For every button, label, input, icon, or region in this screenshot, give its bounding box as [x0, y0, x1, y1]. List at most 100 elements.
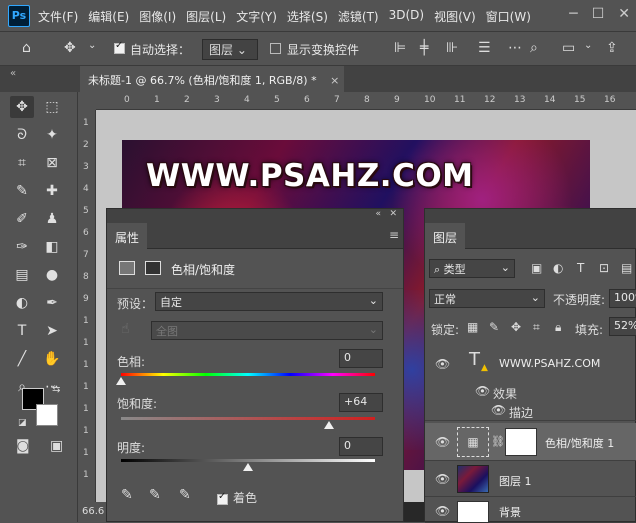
align-left-icon[interactable]: ⊫	[394, 40, 406, 56]
lock-position-icon[interactable]: ✥	[511, 320, 521, 334]
home-icon[interactable]: ⌂	[22, 40, 31, 56]
colorize-checkbox[interactable]	[217, 491, 228, 505]
filter-smart-icon[interactable]: ▤	[621, 261, 632, 275]
marquee-tool-icon[interactable]: ⬚	[40, 96, 64, 118]
maximize-button[interactable]: ☐	[592, 6, 605, 22]
layer-row-text[interactable]: 👁︎ T ▲ WWW.PSAHZ.COM	[425, 343, 636, 387]
align-center-icon[interactable]: ╪	[420, 40, 428, 56]
minimize-button[interactable]: ─	[569, 6, 577, 22]
filter-shape-icon[interactable]: ⊡	[599, 261, 609, 275]
saturation-slider-thumb[interactable]	[324, 421, 335, 429]
menu-image[interactable]: 图像(I)	[139, 8, 176, 25]
saturation-value-field[interactable]: +64	[339, 393, 383, 412]
layer-row-pixel[interactable]: 👁︎ 图层 1	[425, 461, 636, 497]
lock-artboard-icon[interactable]: ⌗	[533, 320, 540, 335]
menu-window[interactable]: 窗口(W)	[486, 8, 531, 25]
menu-3d[interactable]: 3D(D)	[389, 8, 424, 25]
pen-tool-icon[interactable]: ✒	[40, 292, 64, 314]
search-icon[interactable]: ⌕	[530, 40, 538, 56]
screen-mode-icon[interactable]: ▣	[50, 438, 63, 454]
auto-select-checkbox[interactable]	[114, 40, 125, 54]
blend-mode-dropdown[interactable]: 正常 ⌄	[429, 289, 545, 308]
visibility-eye-icon[interactable]: 👁︎	[435, 472, 450, 486]
magic-wand-icon[interactable]: ✦	[40, 124, 64, 146]
align-right-icon[interactable]: ⊪	[446, 40, 458, 56]
opacity-field[interactable]: 100%	[609, 289, 636, 308]
collapse-toolbar-icon[interactable]: «	[10, 68, 16, 79]
eyedropper-icon[interactable]: ✎	[121, 487, 133, 503]
fill-field[interactable]: 52%	[609, 317, 636, 336]
eraser-tool-icon[interactable]: ◧	[40, 236, 64, 258]
chevron-down-icon[interactable]: ⌄	[88, 40, 96, 51]
spot-heal-icon[interactable]: ✚	[40, 180, 64, 202]
brush-tool-icon[interactable]: ✐	[10, 208, 34, 230]
visibility-eye-icon[interactable]: 👁︎	[435, 435, 450, 449]
menu-view[interactable]: 视图(V)	[434, 8, 476, 25]
tab-layers[interactable]: 图层	[425, 223, 466, 249]
panel-menu-icon[interactable]: ≡	[389, 228, 399, 242]
hue-slider-thumb[interactable]	[116, 377, 126, 385]
lasso-tool-icon[interactable]: ᘐ	[10, 124, 34, 146]
history-brush-icon[interactable]: ✑	[10, 236, 34, 258]
document-tab[interactable]: 未标题-1 @ 66.7% (色相/饱和度 1, RGB/8) * ×	[80, 66, 344, 92]
layer-filter-dropdown[interactable]: ⌕ 类型 ⌄	[429, 259, 515, 278]
background-color-swatch[interactable]	[36, 404, 58, 426]
menu-layer[interactable]: 图层(L)	[186, 8, 226, 25]
collapse-panel-icon[interactable]: «	[375, 209, 381, 219]
hand-tool-icon[interactable]: ✋	[40, 348, 64, 370]
eyedropper-plus-icon[interactable]: ✎	[149, 487, 161, 503]
share-icon[interactable]: ⇪	[606, 40, 618, 56]
visibility-eye-icon[interactable]: 👁︎	[435, 504, 450, 518]
layer-effects-row[interactable]: 👁︎ 效果	[425, 383, 636, 401]
workspace-chevron-icon[interactable]: ⌄	[584, 40, 592, 51]
visibility-eye-icon[interactable]: 👁︎	[491, 403, 506, 417]
line-tool-icon[interactable]: ╱	[10, 348, 34, 370]
lock-all-icon[interactable]: 🔒︎	[555, 320, 561, 335]
close-button[interactable]: ✕	[618, 6, 630, 22]
menu-type[interactable]: 文字(Y)	[236, 8, 277, 25]
move-tool-icon[interactable]: ✥	[64, 40, 76, 56]
lightness-value-field[interactable]: 0	[339, 437, 383, 456]
menu-filter[interactable]: 滤镜(T)	[338, 8, 379, 25]
more-options-icon[interactable]: ⋯	[508, 40, 522, 56]
layer-row-adjustment[interactable]: 👁︎ ▦ ⛓︎ 色相/饱和度 1	[425, 423, 636, 461]
lock-transparent-icon[interactable]: ▦	[467, 320, 478, 334]
auto-select-dropdown[interactable]: 图层 ⌄	[202, 39, 258, 60]
quick-mask-icon[interactable]: ◙	[16, 438, 30, 454]
crop-tool-icon[interactable]: ⌗	[10, 152, 34, 174]
eyedropper-icon[interactable]: ✎	[10, 180, 34, 202]
distribute-icon[interactable]: ☰	[478, 40, 491, 56]
menu-edit[interactable]: 编辑(E)	[88, 8, 129, 25]
show-transform-checkbox[interactable]	[270, 43, 281, 54]
stamp-tool-icon[interactable]: ♟	[40, 208, 64, 230]
preset-dropdown[interactable]: 自定 ⌄	[155, 292, 383, 311]
layer-row-background[interactable]: 👁︎ 背景	[425, 497, 636, 523]
lightness-slider-thumb[interactable]	[243, 463, 253, 471]
saturation-slider-track[interactable]	[121, 417, 375, 420]
path-select-icon[interactable]: ➤	[40, 320, 64, 342]
filter-type-icon[interactable]: T	[577, 261, 584, 275]
visibility-eye-icon[interactable]: 👁︎	[435, 357, 450, 371]
menu-file[interactable]: 文件(F)	[38, 8, 78, 25]
targeted-adjust-hand-icon[interactable]: ☝	[121, 321, 130, 337]
filter-adjustment-icon[interactable]: ◐	[553, 261, 563, 275]
link-icon[interactable]: ⛓︎	[491, 435, 505, 448]
close-panel-icon[interactable]: ✕	[389, 209, 397, 219]
dodge-tool-icon[interactable]: ◐	[10, 292, 34, 314]
type-tool-icon[interactable]: T	[10, 320, 34, 342]
tab-properties[interactable]: 属性	[107, 223, 148, 249]
hue-slider-track[interactable]	[121, 373, 375, 376]
menu-select[interactable]: 选择(S)	[287, 8, 328, 25]
lightness-slider-track[interactable]	[121, 459, 375, 462]
filter-pixel-icon[interactable]: ▣	[531, 261, 542, 275]
move-tool-icon[interactable]: ✥	[10, 96, 34, 118]
eyedropper-minus-icon[interactable]: ✎	[179, 487, 191, 503]
mask-icon[interactable]	[145, 261, 161, 275]
swap-colors-icon[interactable]: ⇆	[52, 384, 60, 395]
default-colors-icon[interactable]: ◪	[18, 418, 27, 428]
gradient-tool-icon[interactable]: ▤	[10, 264, 34, 286]
channel-dropdown[interactable]: 全图 ⌄	[151, 321, 383, 340]
blur-tool-icon[interactable]: ●	[40, 264, 64, 286]
lock-image-icon[interactable]: ✎	[489, 320, 499, 334]
close-tab-icon[interactable]: ×	[330, 74, 339, 87]
